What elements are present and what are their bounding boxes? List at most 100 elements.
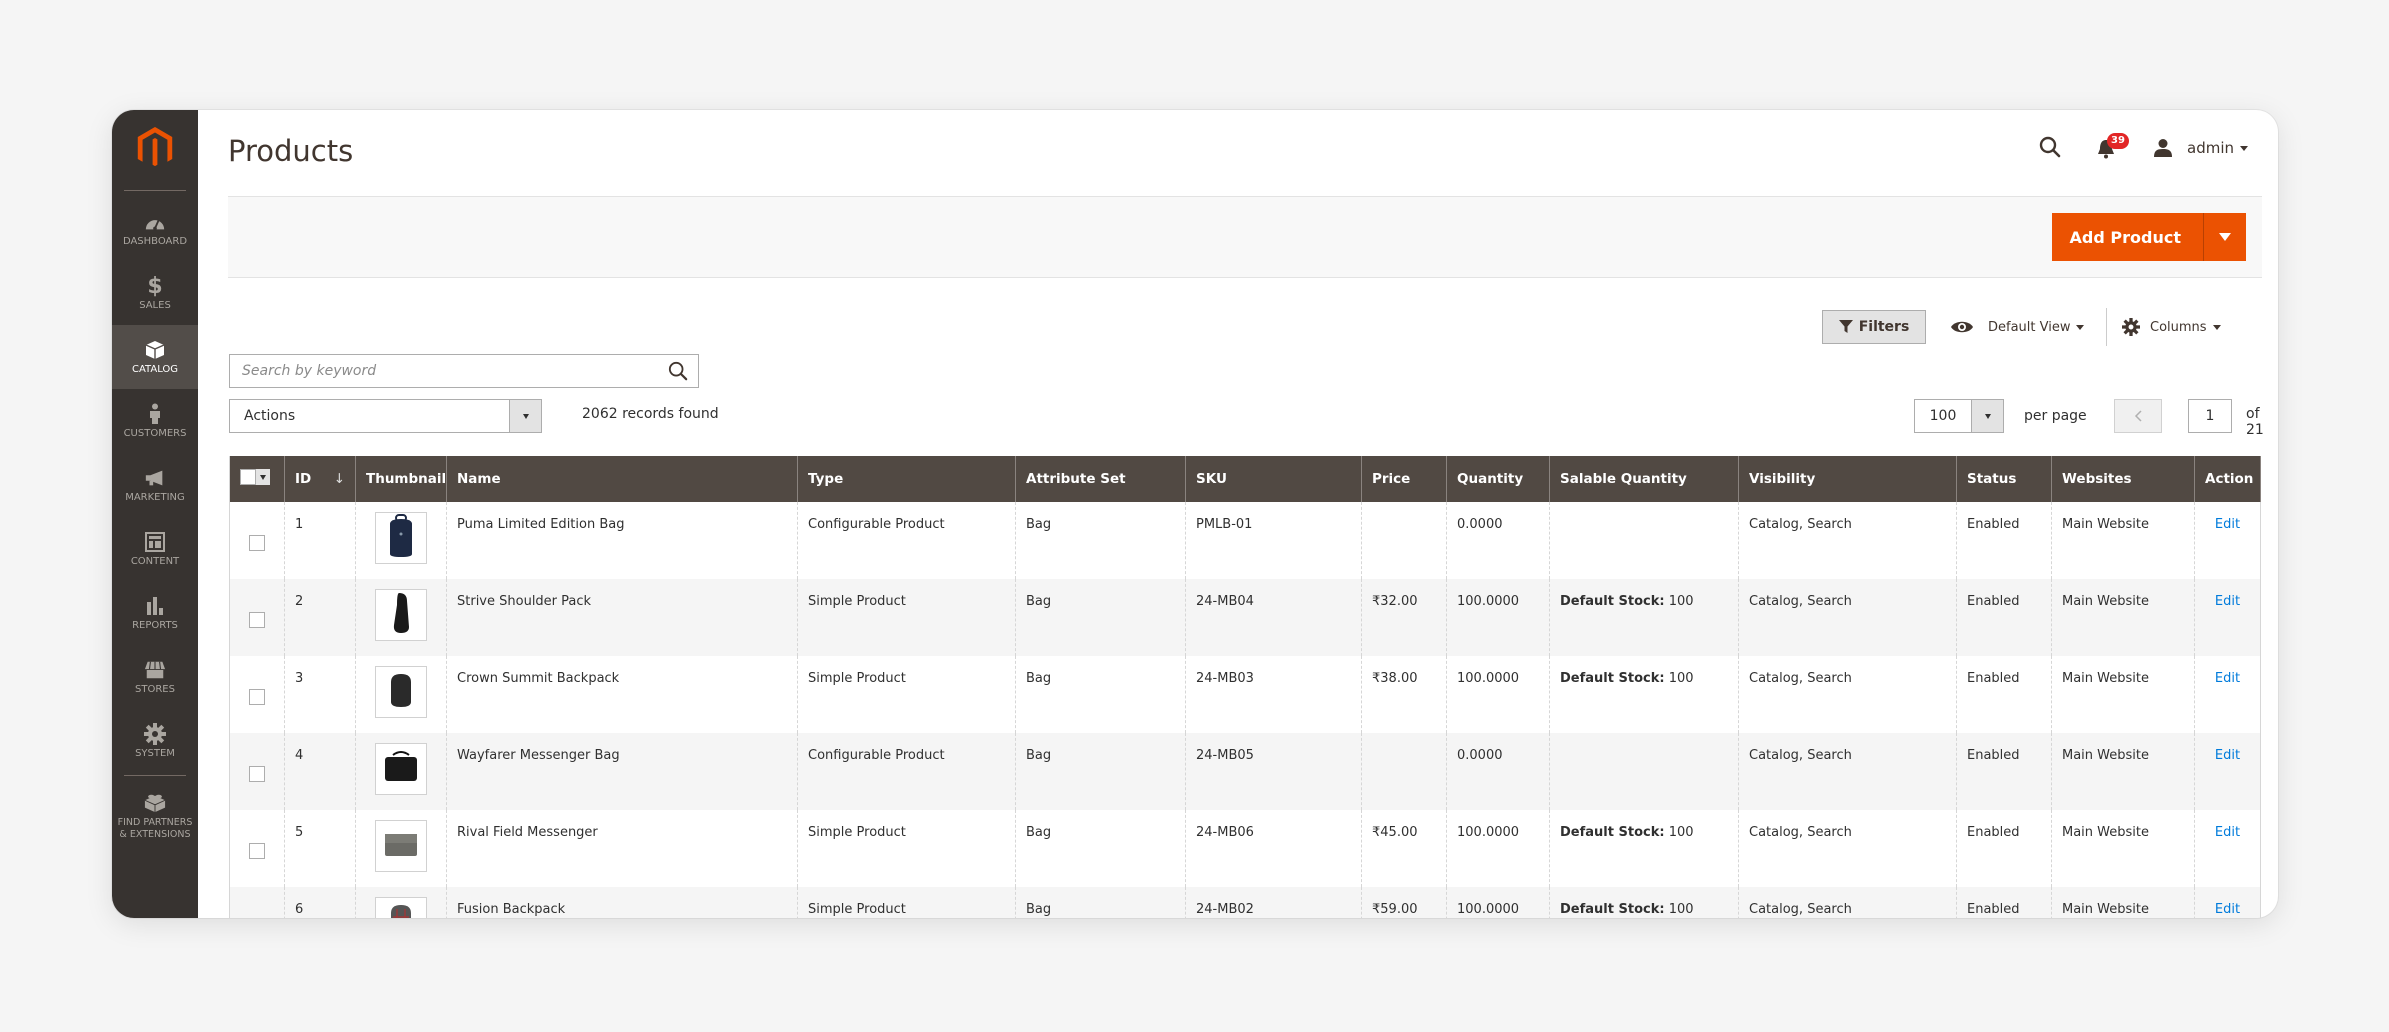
row-checkbox[interactable] bbox=[249, 535, 265, 551]
column-header-type[interactable]: Type bbox=[797, 456, 1016, 502]
per-page-dropdown-toggle[interactable] bbox=[1972, 399, 2004, 433]
table-row[interactable]: 6 Fusion Backpack Simple Product Bag 24-MB02… bbox=[229, 887, 2261, 918]
edit-link[interactable]: Edit bbox=[2215, 748, 2240, 763]
column-header-attribute-set[interactable]: Attribute Set bbox=[1015, 456, 1186, 502]
row-checkbox[interactable] bbox=[249, 612, 265, 628]
cell-id: 3 bbox=[284, 656, 356, 733]
product-thumbnail[interactable] bbox=[375, 666, 427, 718]
notifications-button[interactable]: 39 bbox=[2097, 133, 2129, 160]
edit-link[interactable]: Edit bbox=[2215, 594, 2240, 609]
black-sling-pack-image bbox=[389, 591, 413, 639]
sidebar-item-find-partners[interactable]: Find Partners & Extensions bbox=[112, 778, 198, 854]
cell-id: 5 bbox=[284, 810, 356, 887]
cell-id: 6 bbox=[284, 887, 356, 918]
column-header-name[interactable]: Name bbox=[446, 456, 798, 502]
cell-action: Edit bbox=[2194, 656, 2261, 733]
search-icon[interactable] bbox=[658, 361, 698, 381]
sidebar-item-marketing[interactable]: Marketing bbox=[112, 453, 198, 517]
previous-page-button[interactable] bbox=[2114, 399, 2162, 433]
mass-select-checkbox[interactable] bbox=[240, 469, 270, 485]
mass-select-header[interactable] bbox=[229, 456, 285, 502]
cell-type: Simple Product bbox=[797, 579, 1016, 656]
cell-quantity: 100.0000 bbox=[1446, 887, 1550, 918]
cell-action: Edit bbox=[2194, 579, 2261, 656]
product-thumbnail[interactable] bbox=[375, 589, 427, 641]
edit-link[interactable]: Edit bbox=[2215, 902, 2240, 917]
global-search-icon[interactable] bbox=[2039, 136, 2063, 160]
column-header-id[interactable]: ID ↓ bbox=[284, 456, 356, 502]
row-checkbox[interactable] bbox=[249, 689, 265, 705]
product-thumbnail[interactable] bbox=[375, 820, 427, 872]
sidebar-item-label: Sales bbox=[139, 300, 171, 311]
row-checkbox[interactable] bbox=[249, 843, 265, 859]
dashboard-icon bbox=[144, 211, 166, 233]
column-header-price[interactable]: Price bbox=[1361, 456, 1447, 502]
column-header-visibility[interactable]: Visibility bbox=[1738, 456, 1957, 502]
notifications-badge: 39 bbox=[2107, 133, 2129, 149]
stock-source-label: Default Stock: bbox=[1560, 671, 1665, 686]
sidebar-item-reports[interactable]: Reports bbox=[112, 581, 198, 645]
cell-action: Edit bbox=[2194, 810, 2261, 887]
sidebar-item-customers[interactable]: Customers bbox=[112, 389, 198, 453]
table-row[interactable]: 1 Puma Limited Edition Bag Configurable Pr… bbox=[229, 502, 2261, 579]
column-header-sku[interactable]: SKU bbox=[1185, 456, 1362, 502]
edit-link[interactable]: Edit bbox=[2215, 825, 2240, 840]
sidebar-item-sales[interactable]: $ Sales bbox=[112, 261, 198, 325]
user-menu[interactable]: admin bbox=[2153, 138, 2248, 158]
cell-websites: Main Website bbox=[2051, 810, 2195, 887]
sidebar-item-label: Marketing bbox=[125, 492, 185, 503]
column-header-status[interactable]: Status bbox=[1956, 456, 2052, 502]
row-checkbox[interactable] bbox=[249, 766, 265, 782]
table-row[interactable]: 4 Wayfarer Messenger Bag Configurable Prod… bbox=[229, 733, 2261, 810]
filters-button[interactable]: Filters bbox=[1822, 310, 1926, 344]
bar-chart-icon bbox=[144, 595, 166, 617]
table-row[interactable]: 3 Crown Summit Backpack Simple Product Bag 2… bbox=[229, 656, 2261, 733]
cell-thumbnail bbox=[355, 579, 447, 656]
product-thumbnail[interactable] bbox=[375, 897, 427, 918]
per-page-value[interactable]: 100 bbox=[1914, 399, 1972, 433]
add-product-button[interactable]: Add Product bbox=[2052, 213, 2204, 261]
product-thumbnail[interactable] bbox=[375, 512, 427, 564]
column-header-thumbnail: Thumbnail bbox=[355, 456, 447, 502]
stock-source-label: Default Stock: bbox=[1560, 594, 1665, 609]
add-product-type-dropdown[interactable] bbox=[2204, 213, 2246, 261]
cell-name: Fusion Backpack bbox=[446, 887, 798, 918]
chevron-down-icon bbox=[256, 469, 270, 485]
admin-sidebar: Dashboard $ Sales Catalog Customers Mark… bbox=[112, 110, 198, 918]
cell-type: Simple Product bbox=[797, 887, 1016, 918]
cell-id: 2 bbox=[284, 579, 356, 656]
chevron-down-icon bbox=[509, 400, 541, 432]
cell-status: Enabled bbox=[1956, 656, 2052, 733]
sidebar-item-dashboard[interactable]: Dashboard bbox=[112, 197, 198, 261]
row-select-cell bbox=[229, 810, 285, 887]
product-thumbnail[interactable] bbox=[375, 743, 427, 795]
sidebar-item-catalog[interactable]: Catalog bbox=[112, 325, 198, 389]
table-row[interactable]: 5 Rival Field Messenger Simple Product Bag 2… bbox=[229, 810, 2261, 887]
cell-attribute-set: Bag bbox=[1015, 579, 1186, 656]
row-select-cell bbox=[229, 502, 285, 579]
sidebar-item-stores[interactable]: Stores bbox=[112, 645, 198, 709]
grid-header-row: ID ↓ Thumbnail Name Type Attribute Set SK… bbox=[229, 456, 2261, 502]
column-header-websites[interactable]: Websites bbox=[2051, 456, 2195, 502]
magento-logo[interactable] bbox=[135, 126, 175, 170]
sidebar-item-content[interactable]: Content bbox=[112, 517, 198, 581]
per-page-selector: 100 per page bbox=[1914, 399, 2087, 433]
keyword-search-input[interactable] bbox=[230, 355, 658, 387]
cell-sku: 24-MB04 bbox=[1185, 579, 1362, 656]
sidebar-item-system[interactable]: System bbox=[112, 709, 198, 773]
cell-attribute-set: Bag bbox=[1015, 733, 1186, 810]
edit-link[interactable]: Edit bbox=[2215, 671, 2240, 686]
cell-websites: Main Website bbox=[2051, 733, 2195, 810]
column-header-quantity[interactable]: Quantity bbox=[1446, 456, 1550, 502]
table-row[interactable]: 2 Strive Shoulder Pack Simple Product Bag 24… bbox=[229, 579, 2261, 656]
current-page-input[interactable] bbox=[2188, 399, 2232, 433]
default-view-dropdown[interactable]: Default View bbox=[1950, 310, 2085, 344]
cell-attribute-set: Bag bbox=[1015, 502, 1186, 579]
columns-dropdown[interactable]: Columns bbox=[2122, 310, 2221, 344]
cell-quantity: 100.0000 bbox=[1446, 579, 1550, 656]
cell-quantity: 0.0000 bbox=[1446, 502, 1550, 579]
mass-actions-dropdown[interactable]: Actions bbox=[229, 399, 542, 433]
cell-thumbnail bbox=[355, 733, 447, 810]
edit-link[interactable]: Edit bbox=[2215, 517, 2240, 532]
sidebar-item-label: Dashboard bbox=[122, 236, 188, 247]
